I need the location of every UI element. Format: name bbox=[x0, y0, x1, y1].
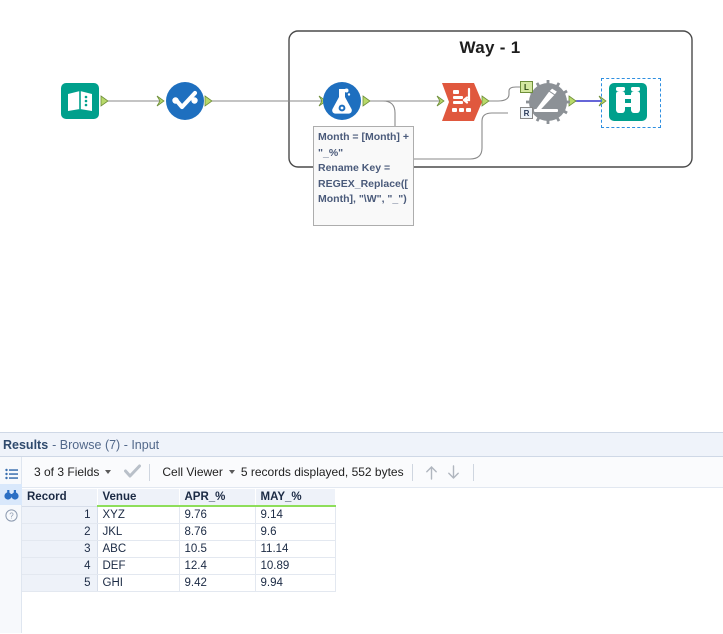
anchor-label-right: R bbox=[520, 107, 533, 119]
book-icon bbox=[61, 83, 99, 119]
cell-venue[interactable]: ABC bbox=[97, 540, 180, 558]
table-row[interactable]: 2 JKL 8.76 9.6 bbox=[22, 523, 336, 541]
cell-apr[interactable]: 8.76 bbox=[179, 523, 256, 541]
results-body: ? 3 of 3 Fields Cell Viewer 5 records di… bbox=[0, 457, 723, 633]
view-mode-label: Cell Viewer bbox=[162, 465, 223, 479]
list-icon bbox=[4, 468, 18, 479]
cell-apr[interactable]: 12.4 bbox=[179, 557, 256, 575]
cell-record: 1 bbox=[22, 506, 98, 524]
column-header-record[interactable]: Record bbox=[22, 489, 98, 507]
view-mode-selector[interactable]: Cell Viewer bbox=[158, 461, 238, 483]
table-row[interactable]: 5 GHI 9.42 9.94 bbox=[22, 574, 336, 592]
column-header-venue[interactable]: Venue bbox=[97, 489, 180, 507]
fields-selector-label: 3 of 3 Fields bbox=[34, 465, 100, 479]
cell-may[interactable]: 9.14 bbox=[255, 506, 336, 524]
cell-apr[interactable]: 9.76 bbox=[179, 506, 256, 524]
help-icon: ? bbox=[4, 509, 18, 522]
rail-button-help[interactable]: ? bbox=[0, 505, 22, 526]
chevron-down-icon bbox=[228, 470, 235, 474]
check-circle-icon bbox=[166, 82, 204, 120]
results-main: 3 of 3 Fields Cell Viewer 5 records disp… bbox=[22, 457, 723, 633]
cell-record: 3 bbox=[22, 540, 98, 558]
column-header-may[interactable]: MAY_% bbox=[255, 489, 336, 507]
results-subtitle: - Browse (7) - Input bbox=[52, 437, 160, 452]
cell-may[interactable]: 10.89 bbox=[255, 557, 336, 575]
scroll-down-button[interactable] bbox=[443, 461, 465, 483]
results-grid-wrapper[interactable]: Record Venue APR_% MAY_% 1 XYZ 9.76 9.14 bbox=[22, 488, 723, 633]
binoculars-icon bbox=[609, 83, 647, 121]
cell-may[interactable]: 9.6 bbox=[255, 523, 336, 541]
cell-venue[interactable]: XYZ bbox=[97, 506, 180, 524]
cell-record: 4 bbox=[22, 557, 98, 575]
anchor-label-left: L bbox=[520, 81, 533, 93]
scroll-up-button[interactable] bbox=[421, 461, 443, 483]
toolbar-divider-1 bbox=[149, 463, 151, 481]
tool-container-title: Way - 1 bbox=[459, 38, 521, 57]
records-status: 5 records displayed, 552 bytes bbox=[240, 465, 404, 479]
arrow-down-icon bbox=[448, 464, 460, 479]
tool-input-data[interactable] bbox=[60, 81, 100, 121]
tool-select[interactable] bbox=[165, 81, 205, 121]
formula-annotation: Month = [Month] + "_%" Rename Key = REGE… bbox=[313, 126, 414, 226]
results-header: Results - Browse (7) - Input bbox=[0, 433, 723, 457]
toolbar-divider-2 bbox=[411, 463, 413, 481]
transpose-icon bbox=[442, 83, 482, 121]
fields-apply-button[interactable] bbox=[124, 464, 142, 481]
table-header-row: Record Venue APR_% MAY_% bbox=[22, 489, 336, 507]
results-grid: Record Venue APR_% MAY_% 1 XYZ 9.76 9.14 bbox=[22, 489, 336, 592]
fields-selector[interactable]: 3 of 3 Fields bbox=[30, 461, 115, 483]
column-header-apr[interactable]: APR_% bbox=[179, 489, 256, 507]
table-row[interactable]: 3 ABC 10.5 11.14 bbox=[22, 540, 336, 558]
arrow-up-icon bbox=[426, 465, 438, 480]
svg-text:?: ? bbox=[9, 512, 14, 521]
rail-button-messages[interactable] bbox=[0, 463, 22, 484]
tool-browse[interactable] bbox=[608, 82, 648, 122]
table-row[interactable]: 4 DEF 12.4 10.89 bbox=[22, 557, 336, 575]
cell-record: 5 bbox=[22, 574, 98, 592]
results-toolbar: 3 of 3 Fields Cell Viewer 5 records disp… bbox=[22, 457, 723, 488]
table-row[interactable]: 1 XYZ 9.76 9.14 bbox=[22, 506, 336, 524]
tool-formula[interactable] bbox=[322, 81, 362, 121]
cell-venue[interactable]: DEF bbox=[97, 557, 180, 575]
tool-transpose[interactable] bbox=[440, 81, 482, 121]
cell-venue[interactable]: JKL bbox=[97, 523, 180, 541]
cell-apr[interactable]: 9.42 bbox=[179, 574, 256, 592]
chevron-down-icon bbox=[105, 470, 112, 474]
cell-record: 2 bbox=[22, 523, 98, 541]
flask-icon bbox=[323, 82, 361, 120]
rail-button-browse[interactable] bbox=[0, 484, 22, 505]
results-title: Results bbox=[3, 437, 49, 452]
checkmark-icon bbox=[124, 464, 142, 477]
results-icon-rail: ? bbox=[0, 457, 22, 633]
table-body: 1 XYZ 9.76 9.14 2 JKL 8.76 9.6 3 ABC 10.… bbox=[22, 506, 336, 592]
binoculars-icon bbox=[3, 490, 19, 500]
results-pane: Results - Browse (7) - Input ? 3 of 3 Fi… bbox=[0, 432, 723, 634]
cell-may[interactable]: 9.94 bbox=[255, 574, 336, 592]
cell-apr[interactable]: 10.5 bbox=[179, 540, 256, 558]
cell-venue[interactable]: GHI bbox=[97, 574, 180, 592]
cell-may[interactable]: 11.14 bbox=[255, 540, 336, 558]
workflow-canvas[interactable]: Way - 1 L R Month = [Month] + "_%" Renam… bbox=[0, 0, 723, 432]
toolbar-divider-3 bbox=[472, 463, 474, 481]
